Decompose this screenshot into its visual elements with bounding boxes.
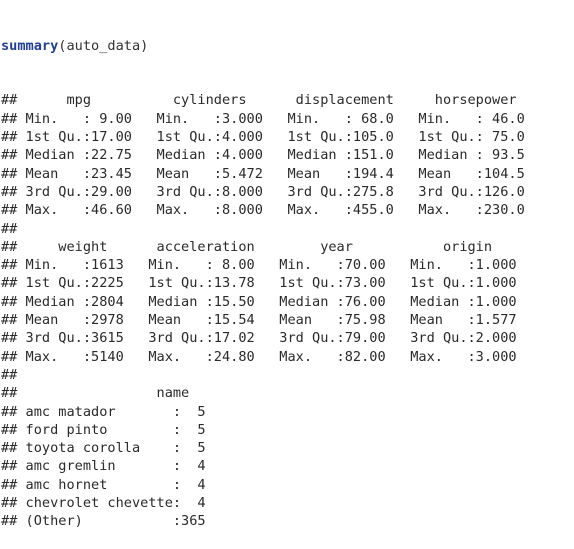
output-prefix: ##: [1, 513, 18, 530]
output-text: toyota corolla : 5: [17, 440, 222, 457]
output-text: Min. : 9.00 Min. :3.000 Min. : 68.0 Min.…: [17, 110, 542, 127]
function-args: (auto_data): [58, 37, 149, 54]
output-line: ## Min. : 9.00 Min. :3.000 Min. : 68.0 M…: [1, 110, 549, 128]
output-prefix: ##: [1, 202, 18, 219]
output-prefix: ##: [1, 147, 18, 164]
output-prefix: ##: [1, 110, 18, 127]
output-prefix: ##: [1, 440, 18, 457]
output-line: ## 1st Qu.:17.00 1st Qu.:4.000 1st Qu.:1…: [1, 128, 549, 146]
output-text: Max. :5140 Max. :24.80 Max. :82.00 Max. …: [17, 348, 533, 365]
output-prefix: ##: [1, 293, 18, 310]
output-text: Max. :46.60 Max. :8.000 Max. :455.0 Max.…: [17, 202, 542, 219]
function-name: summary: [1, 37, 59, 54]
output-prefix: ##: [1, 458, 18, 475]
output-text: 3rd Qu.:3615 3rd Qu.:17.02 3rd Qu.:79.00…: [17, 330, 533, 347]
output-line: ## name: [1, 384, 549, 402]
output-text: (Other) :365: [17, 513, 222, 530]
output-text: amc gremlin : 4: [17, 458, 222, 475]
output-prefix: ##: [1, 220, 18, 237]
output-prefix: ##: [1, 238, 18, 255]
output-text: Min. :1613 Min. : 8.00 Min. :70.00 Min. …: [17, 257, 533, 274]
output-text: Mean :2978 Mean :15.54 Mean :75.98 Mean …: [17, 312, 533, 329]
output-text: Median :2804 Median :15.50 Median :76.00…: [17, 293, 533, 310]
output-line: ## Mean :23.45 Mean :5.472 Mean :194.4 M…: [1, 165, 549, 183]
output-prefix: ##: [1, 403, 18, 420]
output-prefix: ##: [1, 165, 18, 182]
output-line: ## (Other) :365: [1, 512, 549, 530]
output-prefix: ##: [1, 476, 18, 493]
output-prefix: ##: [1, 495, 18, 512]
output-line: ## weight acceleration year origin: [1, 238, 549, 256]
output-line: ## Mean :2978 Mean :15.54 Mean :75.98 Me…: [1, 311, 549, 329]
output-prefix: ##: [1, 421, 18, 438]
output-text: ford pinto : 5: [17, 421, 222, 438]
output-line: ## Median :22.75 Median :4.000 Median :1…: [1, 146, 549, 164]
output-line: ## amc matador : 5: [1, 403, 549, 421]
r-console-output: summary(auto_data) ## mpg cylinders disp…: [1, 0, 549, 549]
output-text: 1st Qu.:2225 1st Qu.:13.78 1st Qu.:73.00…: [17, 275, 533, 292]
output-prefix: ##: [1, 348, 18, 365]
output-text: 1st Qu.:17.00 1st Qu.:4.000 1st Qu.:105.…: [17, 129, 542, 146]
output-line: ## 1st Qu.:2225 1st Qu.:13.78 1st Qu.:73…: [1, 274, 549, 292]
output-line: ## Max. :5140 Max. :24.80 Max. :82.00 Ma…: [1, 348, 549, 366]
code-line: summary(auto_data): [1, 37, 549, 55]
output-text: amc matador : 5: [17, 403, 222, 420]
output-prefix: ##: [1, 183, 18, 200]
output-line: ## mpg cylinders displacement horsepower: [1, 91, 549, 109]
output-line: ## amc gremlin : 4: [1, 457, 549, 475]
output-line: ## Median :2804 Median :15.50 Median :76…: [1, 293, 549, 311]
output-prefix: ##: [1, 275, 18, 292]
output-text: 3rd Qu.:29.00 3rd Qu.:8.000 3rd Qu.:275.…: [17, 183, 542, 200]
output-prefix: ##: [1, 129, 18, 146]
output-prefix: ##: [1, 257, 18, 274]
output-line: ## 3rd Qu.:29.00 3rd Qu.:8.000 3rd Qu.:2…: [1, 183, 549, 201]
summary-output: ## mpg cylinders displacement horsepower…: [1, 91, 549, 530]
output-line: ## Max. :46.60 Max. :8.000 Max. :455.0 M…: [1, 201, 549, 219]
output-line: ## ford pinto : 5: [1, 421, 549, 439]
output-prefix: ##: [1, 385, 18, 402]
output-line: ## amc hornet : 4: [1, 476, 549, 494]
output-prefix: ##: [1, 92, 18, 109]
output-text: amc hornet : 4: [17, 476, 222, 493]
output-line: ## 3rd Qu.:3615 3rd Qu.:17.02 3rd Qu.:79…: [1, 329, 549, 347]
output-prefix: ##: [1, 366, 18, 383]
output-prefix: ##: [1, 312, 18, 329]
output-text: name: [17, 385, 222, 402]
output-prefix: ##: [1, 330, 18, 347]
output-line: ## chevrolet chevette: 4: [1, 494, 549, 512]
output-text: mpg cylinders displacement horsepower: [17, 92, 550, 109]
output-line: ##: [1, 220, 549, 238]
output-line: ## toyota corolla : 5: [1, 439, 549, 457]
output-text: Mean :23.45 Mean :5.472 Mean :194.4 Mean…: [17, 165, 542, 182]
output-line: ## Min. :1613 Min. : 8.00 Min. :70.00 Mi…: [1, 256, 549, 274]
output-text: weight acceleration year origin: [17, 238, 533, 255]
output-line: ##: [1, 366, 549, 384]
output-text: chevrolet chevette: 4: [17, 495, 222, 512]
output-text: Median :22.75 Median :4.000 Median :151.…: [17, 147, 542, 164]
